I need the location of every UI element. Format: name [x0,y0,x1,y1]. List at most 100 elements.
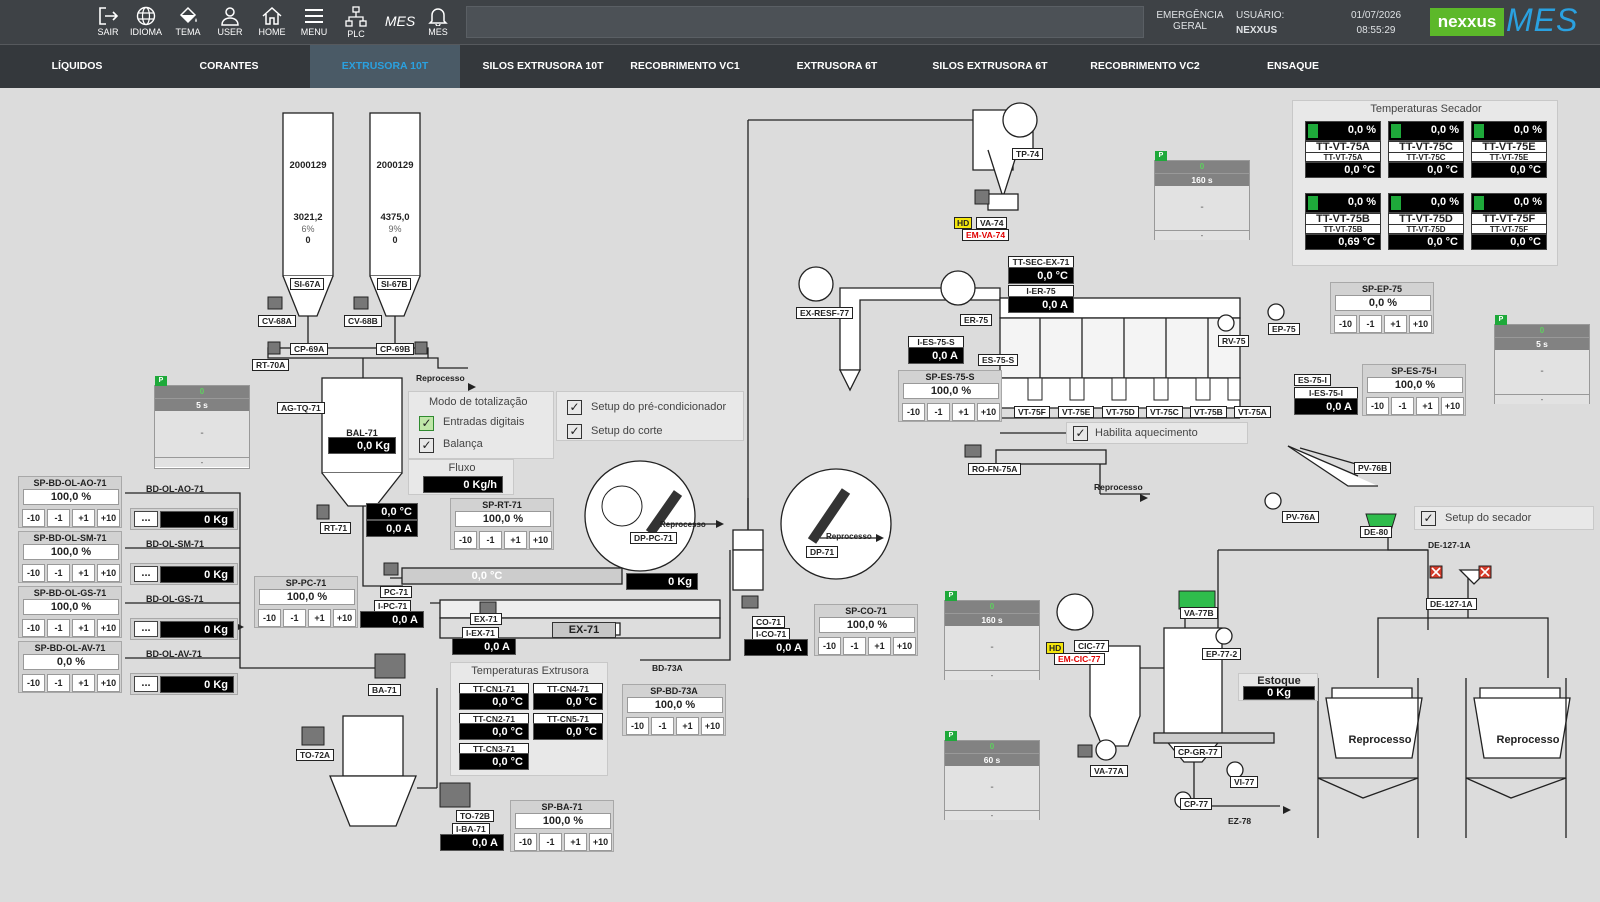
rofn75a-label[interactable]: RO-FN-75A [968,463,1022,475]
tt-vt-75f-block[interactable]: 0,0 % TT-VT-75F TT-VT-75F 0,0 °C [1471,193,1547,250]
timer-5[interactable]: P 0 60 s - - [944,731,1040,820]
emcic77-label[interactable]: EM-CIC-77 [1054,653,1105,665]
va74-label[interactable]: VA-74 [976,217,1008,229]
sp-es-75-s-input[interactable]: 100,0 % [903,383,999,399]
pv76a-label[interactable]: PV-76A [1282,511,1320,523]
alarm-button[interactable]: MES [418,4,458,42]
mes-shortcut-button[interactable]: MES [380,4,420,42]
setup-corte-checkbox[interactable]: ✓ [567,424,582,439]
estoque-readout: 0 Kg [1243,686,1315,700]
plc-button[interactable]: PLC [336,4,376,42]
sp-bd-ol-av-71-input[interactable]: 0,0 % [23,654,119,670]
ex71-main-label[interactable]: EX-71 [552,622,616,638]
totalizacao-digital-checkbox[interactable]: ✓ [419,416,434,431]
to72b-label[interactable]: TO-72B [456,810,495,822]
ep75-label[interactable]: EP-75 [1268,323,1300,335]
tab-extrusora-6t[interactable]: EXTRUSORA 6T [762,45,912,88]
ex71-label[interactable]: EX-71 [470,613,502,625]
de127-1a-label[interactable]: DE-127-1A [1426,598,1477,610]
agtq71-label[interactable]: AG-TQ-71 [277,402,325,414]
timer-3[interactable]: P 0 5 s - - [1494,315,1590,404]
de80-label[interactable]: DE-80 [1360,526,1393,538]
bd-ol-av-71-more-button[interactable]: ... [134,676,158,692]
tab-recobrimento-vc2[interactable]: RECOBRIMENTO VC2 [1065,45,1225,88]
tt-vt-75b-block[interactable]: 0,0 % TT-VT-75B TT-VT-75B 0,69 °C [1305,193,1381,250]
silo-b-label[interactable]: SI-67B [377,278,412,290]
sp-ba-71-input[interactable]: 100,0 % [515,813,611,829]
ep772-label[interactable]: EP-77-2 [1202,648,1242,660]
pc71-label[interactable]: PC-71 [380,586,413,598]
cic77-label[interactable]: CIC-77 [1074,640,1109,652]
bd-ol-sm-71-more-button[interactable]: ... [134,566,158,582]
es75s-label[interactable]: ES-75-S [978,354,1019,366]
tab-silos-extrusora-10t[interactable]: SILOS EXTRUSORA 10T [458,45,628,88]
sp-ep-75-panel: SP-EP-75 0,0 % -10 -1 +1 +10 [1330,282,1434,334]
tab-corantes[interactable]: CORANTES [154,45,304,88]
tab-extrusora-10t[interactable]: EXTRUSORA 10T [310,45,460,88]
rt70a-label[interactable]: RT-70A [252,359,290,371]
sp-co-71-input[interactable]: 100,0 % [819,617,915,633]
sp-ep-75-input[interactable]: 0,0 % [1335,295,1431,311]
tt-vt-75a-block[interactable]: 0,0 % TT-VT-75A TT-VT-75A 0,0 °C [1305,121,1381,178]
dppc71-label[interactable]: DP-PC-71 [630,532,677,544]
to72a-label[interactable]: TO-72A [296,749,335,761]
cv68b-label[interactable]: CV-68B [344,315,382,327]
va77b-label[interactable]: VA-77B [1180,607,1218,619]
cp69b-label[interactable]: CP-69B [376,343,415,355]
reprocesso-arrow-1: Reprocesso [416,373,465,383]
vt75e-label[interactable]: VT-75E [1058,406,1095,418]
vt75d-label[interactable]: VT-75D [1102,406,1139,418]
exit-button[interactable]: SAIR [88,4,128,42]
vt75a-label[interactable]: VT-75A [1234,406,1271,418]
sp-pc-71-input[interactable]: 100,0 % [259,589,355,605]
er75-label[interactable]: ER-75 [960,314,993,326]
dp71-label[interactable]: DP-71 [806,546,839,558]
cp77-label[interactable]: CP-77 [1180,798,1213,810]
emva74-label[interactable]: EM-VA-74 [962,229,1010,241]
bd-ol-gs-71-more-button[interactable]: ... [134,621,158,637]
tab-liquidos[interactable]: LÍQUIDOS [2,45,152,88]
habilita-aquecimento-checkbox[interactable]: ✓ [1073,426,1088,441]
exresf77-label[interactable]: EX-RESF-77 [796,307,854,319]
tab-silos-extrusora-6t[interactable]: SILOS EXTRUSORA 6T [905,45,1075,88]
menu-button[interactable]: MENU [294,4,334,42]
cv68a-label[interactable]: CV-68A [258,315,296,327]
tt-vt-75e-block[interactable]: 0,0 % TT-VT-75E TT-VT-75E 0,0 °C [1471,121,1547,178]
setup-secador-checkbox[interactable]: ✓ [1421,511,1436,526]
timer-2[interactable]: P 0 160 s - - [1154,151,1250,240]
theme-button[interactable]: TEMA [168,4,208,42]
tab-recobrimento-vc1[interactable]: RECOBRIMENTO VC1 [610,45,760,88]
tp74-label[interactable]: TP-74 [1012,148,1044,160]
ba71-label[interactable]: BA-71 [368,684,401,696]
timer-1[interactable]: P 0 5 s - - [154,376,250,469]
tt-vt-75d-block[interactable]: 0,0 % TT-VT-75D TT-VT-75D 0,0 °C [1388,193,1464,250]
language-button[interactable]: IDIOMA [126,4,166,42]
pv76b-label[interactable]: PV-76B [1354,462,1392,474]
sp-bd-ol-gs-71-input[interactable]: 100,0 % [23,599,119,615]
tab-ensaque[interactable]: ENSAQUE [1218,45,1368,88]
cpgr77-label[interactable]: CP-GR-77 [1174,746,1222,758]
cp69a-label[interactable]: CP-69A [290,343,329,355]
sp-bd-73a-input[interactable]: 100,0 % [627,697,723,713]
sp-es-75-i-input[interactable]: 100,0 % [1367,377,1463,393]
setup-precond-checkbox[interactable]: ✓ [567,400,582,415]
user-button[interactable]: USER [210,4,250,42]
sp-bd-ol-ao-71-input[interactable]: 100,0 % [23,489,119,505]
es75i-label[interactable]: ES-75-I [1294,374,1331,386]
rv75-label[interactable]: RV-75 [1218,335,1250,347]
co71-label[interactable]: CO-71 [752,616,786,628]
silo-a-label[interactable]: SI-67A [290,278,325,290]
totalizacao-balanca-checkbox[interactable]: ✓ [419,438,434,453]
vt75c-label[interactable]: VT-75C [1146,406,1183,418]
timer-4[interactable]: P 0 160 s - - [944,591,1040,680]
vi77-label[interactable]: VI-77 [1230,776,1259,788]
sp-bd-ol-sm-71-input[interactable]: 100,0 % [23,544,119,560]
home-button[interactable]: HOME [252,4,292,42]
tt-vt-75c-block[interactable]: 0,0 % TT-VT-75C TT-VT-75C 0,0 °C [1388,121,1464,178]
vt75f-label[interactable]: VT-75F [1014,406,1050,418]
sp-rt-71-input[interactable]: 100,0 % [455,511,551,527]
rt71-label[interactable]: RT-71 [320,522,352,534]
va77a-label[interactable]: VA-77A [1090,765,1128,777]
bd-ol-ao-71-more-button[interactable]: ... [134,511,158,527]
vt75b-label[interactable]: VT-75B [1190,406,1227,418]
